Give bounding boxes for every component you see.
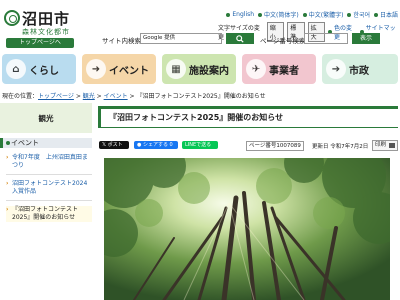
breadcrumb: 現在の位置：トップページ > 観光 > イベント > 『沼田フォトコンテスト20…	[2, 91, 266, 100]
sidebar-heading: 観光	[0, 103, 92, 133]
share-facebook-button[interactable]: ● シェアする 0	[134, 141, 178, 149]
nav-kurashi[interactable]: ⌂ くらし	[2, 54, 76, 84]
print-button[interactable]: 印刷	[372, 140, 398, 151]
site-search-input[interactable]: Google 提供	[140, 33, 222, 44]
printer-icon	[389, 143, 395, 148]
lang-chinese-simplified[interactable]: 中文(简体字)	[258, 10, 299, 19]
top-page-button[interactable]: トップページへ	[6, 38, 74, 48]
bird-icon: ✈	[246, 59, 266, 79]
nav-label: 施設案内	[189, 65, 229, 77]
arrow-right-icon: ➔	[326, 59, 346, 79]
nav-city-government[interactable]: ➔ 市政	[322, 54, 398, 84]
breadcrumb-sep: >	[94, 93, 104, 100]
forest-photo	[104, 158, 390, 300]
global-nav: ⌂ くらし ➜ イベント ▦ 施設案内 ✈ 事業者 ➔ 市政	[0, 54, 400, 84]
print-label: 印刷	[375, 142, 387, 148]
nav-label: イベント	[109, 65, 149, 77]
building-icon: ▦	[166, 59, 186, 79]
sidebar-section-event[interactable]: イベント	[0, 138, 92, 148]
divider	[6, 200, 92, 201]
city-emblem-icon	[4, 10, 20, 26]
page-number: ページ番号1007089	[246, 141, 304, 151]
nav-label: 事業者	[269, 65, 299, 77]
breadcrumb-current: 『沼田フォトコンテスト2025』開催のお知らせ	[136, 93, 266, 100]
nav-facilities[interactable]: ▦ 施設案内	[162, 54, 236, 84]
breadcrumb-event[interactable]: イベント	[104, 93, 128, 100]
sidebar-item-photocon-2025[interactable]: 『沼田フォトコンテスト2025』開催のお知らせ	[6, 206, 92, 222]
page-number-input[interactable]	[304, 33, 348, 44]
site-search-label: サイト内検索	[102, 37, 141, 45]
page-number-search-label: ページ番号検索	[260, 37, 306, 45]
house-icon: ⌂	[6, 59, 26, 79]
share-x-button[interactable]: 𝕏 ポスト	[99, 141, 129, 149]
nav-event[interactable]: ➜ イベント	[82, 54, 156, 84]
share-fb-label: シェアする 0	[142, 142, 173, 148]
divider	[6, 174, 92, 175]
nav-label: 市政	[349, 65, 369, 77]
share-x-label: ポスト	[107, 142, 123, 148]
breadcrumb-prefix: 現在の位置：	[2, 93, 39, 100]
site-subtitle: 森林文化都市	[22, 28, 70, 36]
breadcrumb-sep: >	[73, 93, 83, 100]
arrow-icon: ➜	[86, 59, 106, 79]
search-button[interactable]	[226, 33, 254, 44]
page-title: 『沼田フォトコンテスト2025』開催のお知らせ	[98, 106, 398, 128]
lang-korean[interactable]: 한국어	[347, 10, 370, 19]
lang-japanese[interactable]: 日本語	[374, 10, 398, 19]
site-logo[interactable]: 沼田市	[22, 8, 70, 29]
lang-chinese-traditional[interactable]: 中文(繁體字)	[303, 10, 344, 19]
language-bar: English 中文(简体字) 中文(繁體字) 한국어 日本語	[226, 10, 398, 19]
lang-english[interactable]: English	[226, 10, 254, 19]
search-icon	[236, 34, 244, 43]
sidebar-item-matsuri[interactable]: 令和7年度 上州沼田真田まつり	[6, 154, 92, 170]
sidebar-item-photocon-2024[interactable]: 沼田フォトコンテスト2024入賞作品	[6, 180, 92, 196]
nav-label: くらし	[29, 65, 59, 77]
breadcrumb-tourism[interactable]: 観光	[83, 93, 95, 100]
breadcrumb-top[interactable]: トップページ	[38, 93, 74, 100]
updated-date: 更新日 令和7年7月2日	[312, 144, 369, 150]
show-button[interactable]: 表示	[352, 33, 380, 44]
share-line-button[interactable]: LINEで送る	[182, 141, 218, 149]
nav-business[interactable]: ✈ 事業者	[242, 54, 316, 84]
